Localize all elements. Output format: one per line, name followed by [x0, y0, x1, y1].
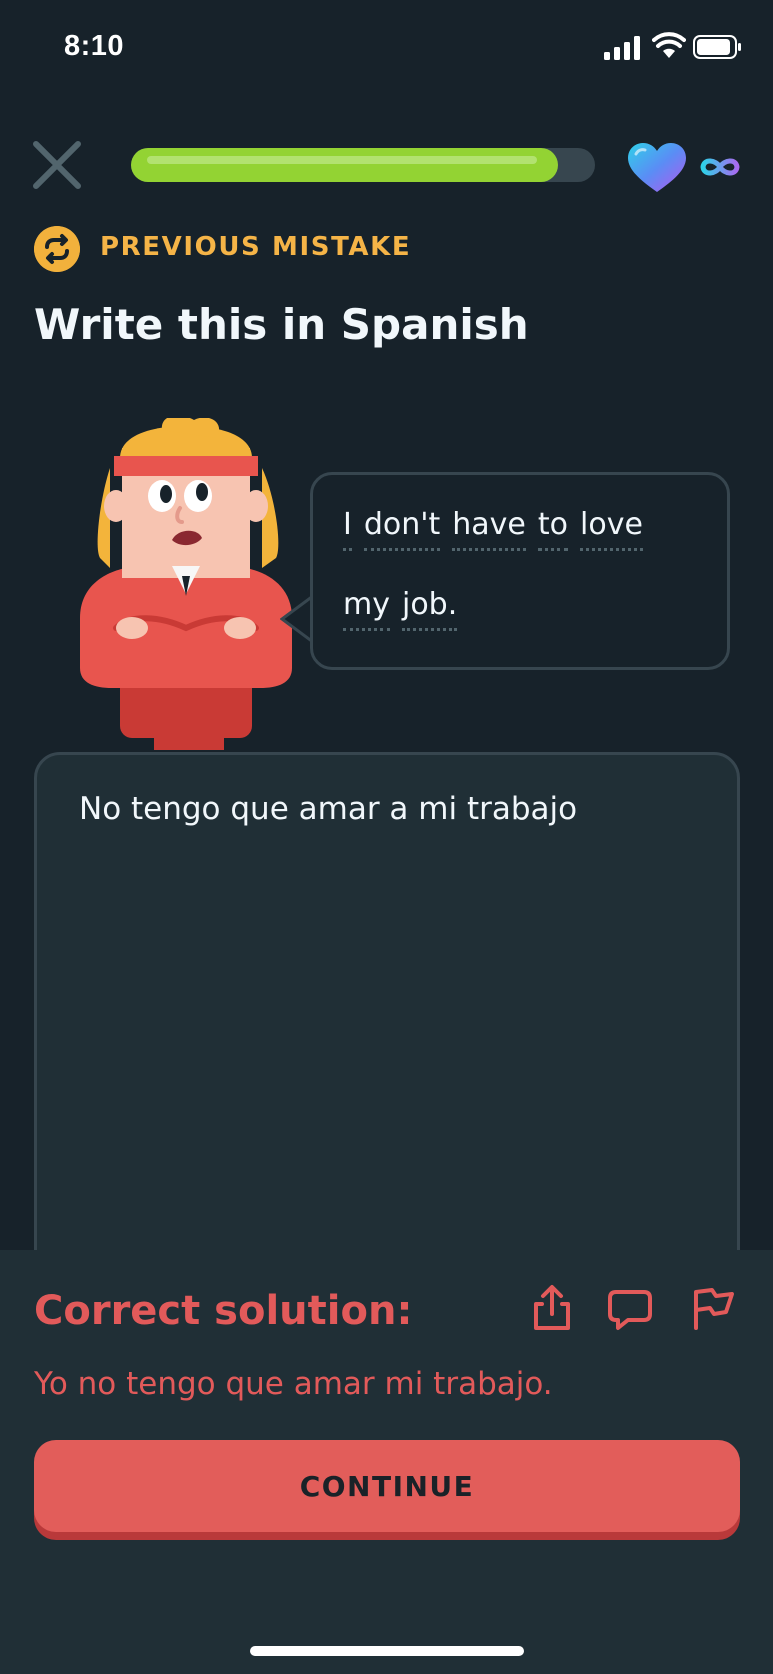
- comment-icon[interactable]: [608, 1284, 652, 1332]
- progress-fill: [131, 148, 558, 182]
- progress-shine: [147, 156, 537, 164]
- lesson-screen: 8:10 PREVIOUS MISTAKE Write this in Span…: [0, 0, 773, 1674]
- character-illustration: [80, 418, 292, 750]
- prompt-line-2: my job.: [343, 587, 469, 631]
- feedback-panel: Correct solution: Yo no tengo que amar m…: [0, 1250, 773, 1674]
- wifi-icon: [652, 32, 686, 58]
- prompt-word[interactable]: job.: [401, 587, 458, 631]
- continue-button[interactable]: CONTINUE: [34, 1440, 740, 1532]
- battery-icon: [693, 35, 741, 59]
- home-indicator[interactable]: [250, 1646, 524, 1656]
- prompt-word[interactable]: don't: [363, 507, 441, 551]
- cellular-signal-icon: [604, 36, 640, 60]
- lesson-progress-bar: [131, 148, 595, 182]
- continue-button-label: CONTINUE: [299, 1469, 475, 1503]
- close-icon[interactable]: [30, 138, 84, 192]
- prompt-word[interactable]: to: [537, 507, 569, 551]
- flag-icon[interactable]: [692, 1284, 736, 1332]
- share-icon[interactable]: [530, 1284, 574, 1332]
- prompt-word[interactable]: my: [343, 587, 390, 631]
- answer-textarea[interactable]: No tengo que amar a mi trabajo: [34, 752, 740, 1312]
- prompt-word[interactable]: I: [343, 507, 352, 551]
- repeat-icon: [34, 226, 80, 272]
- prompt-word[interactable]: have: [452, 507, 526, 551]
- prompt-speech-bubble: Idon't have to love my job.: [310, 472, 730, 670]
- infinity-icon: [700, 158, 740, 176]
- correct-solution-text: Yo no tengo que amar mi trabajo.: [34, 1366, 553, 1402]
- prompt-word[interactable]: love: [580, 507, 643, 551]
- speech-bubble-tail: [280, 596, 314, 642]
- prompt-line-1: Idon't have to love: [343, 507, 655, 551]
- correct-solution-heading: Correct solution:: [34, 1288, 413, 1334]
- previous-mistake-label: PREVIOUS MISTAKE: [100, 232, 412, 262]
- status-time: 8:10: [64, 30, 125, 62]
- status-bar: 8:10: [0, 0, 773, 96]
- exercise-title: Write this in Spanish: [34, 300, 529, 349]
- answer-text: No tengo que amar a mi trabajo: [79, 791, 578, 827]
- heart-icon[interactable]: [626, 142, 688, 194]
